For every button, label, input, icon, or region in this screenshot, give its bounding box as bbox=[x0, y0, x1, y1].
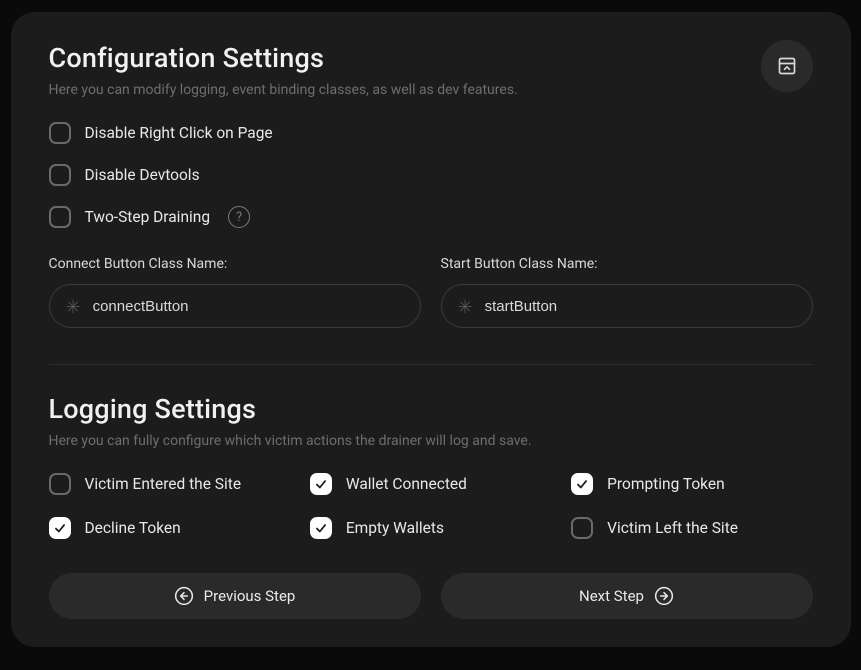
log-item-wallet-connected: Wallet Connected bbox=[310, 473, 551, 495]
next-button[interactable]: Next Step bbox=[441, 573, 813, 619]
nav-buttons: Previous Step Next Step bbox=[49, 573, 813, 619]
connect-input-wrap: ✳ bbox=[49, 284, 421, 328]
start-input[interactable] bbox=[485, 298, 794, 315]
checkbox-disable-devtools[interactable] bbox=[49, 164, 71, 186]
connect-label: Connect Button Class Name: bbox=[49, 256, 421, 272]
option-disable-devtools: Disable Devtools bbox=[49, 164, 813, 186]
option-label: Disable Devtools bbox=[85, 166, 200, 184]
config-subtitle: Here you can modify logging, event bindi… bbox=[49, 82, 518, 98]
settings-card: Configuration Settings Here you can modi… bbox=[11, 12, 851, 647]
log-label: Empty Wallets bbox=[346, 519, 444, 537]
arrow-right-circle-icon bbox=[654, 586, 674, 606]
log-label: Prompting Token bbox=[607, 475, 724, 493]
divider bbox=[49, 364, 813, 365]
log-label: Victim Entered the Site bbox=[85, 475, 242, 493]
required-icon: ✳ bbox=[66, 299, 81, 317]
logging-title: Logging Settings bbox=[49, 393, 813, 425]
log-item-victim-left: Victim Left the Site bbox=[571, 517, 812, 539]
logging-subtitle: Here you can fully configure which victi… bbox=[49, 433, 813, 449]
start-label: Start Button Class Name: bbox=[441, 256, 813, 272]
checkbox-prompting-token[interactable] bbox=[571, 473, 593, 495]
checkbox-empty-wallets[interactable] bbox=[310, 517, 332, 539]
config-header: Configuration Settings Here you can modi… bbox=[49, 42, 813, 98]
check-icon bbox=[314, 477, 328, 491]
previous-button[interactable]: Previous Step bbox=[49, 573, 421, 619]
connect-input[interactable] bbox=[93, 298, 402, 315]
log-item-decline-token: Decline Token bbox=[49, 517, 290, 539]
check-icon bbox=[575, 477, 589, 491]
help-icon[interactable]: ? bbox=[228, 206, 250, 228]
checkbox-victim-left[interactable] bbox=[571, 517, 593, 539]
checkbox-disable-right-click[interactable] bbox=[49, 122, 71, 144]
checkbox-victim-entered[interactable] bbox=[49, 473, 71, 495]
log-item-prompting-token: Prompting Token bbox=[571, 473, 812, 495]
previous-label: Previous Step bbox=[204, 587, 296, 605]
logging-grid: Victim Entered the Site Wallet Connected… bbox=[49, 473, 813, 539]
check-icon bbox=[314, 521, 328, 535]
collapse-button[interactable] bbox=[761, 40, 813, 92]
checkbox-two-step-draining[interactable] bbox=[49, 206, 71, 228]
log-item-empty-wallets: Empty Wallets bbox=[310, 517, 551, 539]
check-icon bbox=[53, 521, 67, 535]
checkbox-decline-token[interactable] bbox=[49, 517, 71, 539]
log-label: Victim Left the Site bbox=[607, 519, 738, 537]
start-input-wrap: ✳ bbox=[441, 284, 813, 328]
log-item-victim-entered: Victim Entered the Site bbox=[49, 473, 290, 495]
start-field: Start Button Class Name: ✳ bbox=[441, 256, 813, 328]
option-two-step-draining: Two-Step Draining ? bbox=[49, 206, 813, 228]
class-name-inputs: Connect Button Class Name: ✳ Start Butto… bbox=[49, 256, 813, 328]
option-label: Disable Right Click on Page bbox=[85, 124, 273, 142]
connect-field: Connect Button Class Name: ✳ bbox=[49, 256, 421, 328]
next-label: Next Step bbox=[579, 587, 644, 605]
log-label: Decline Token bbox=[85, 519, 181, 537]
option-label: Two-Step Draining bbox=[85, 208, 211, 226]
log-label: Wallet Connected bbox=[346, 475, 467, 493]
required-icon: ✳ bbox=[458, 299, 473, 317]
checkbox-wallet-connected[interactable] bbox=[310, 473, 332, 495]
arrow-left-circle-icon bbox=[174, 586, 194, 606]
option-disable-right-click: Disable Right Click on Page bbox=[49, 122, 813, 144]
collapse-icon bbox=[777, 56, 797, 76]
config-title: Configuration Settings bbox=[49, 42, 518, 74]
